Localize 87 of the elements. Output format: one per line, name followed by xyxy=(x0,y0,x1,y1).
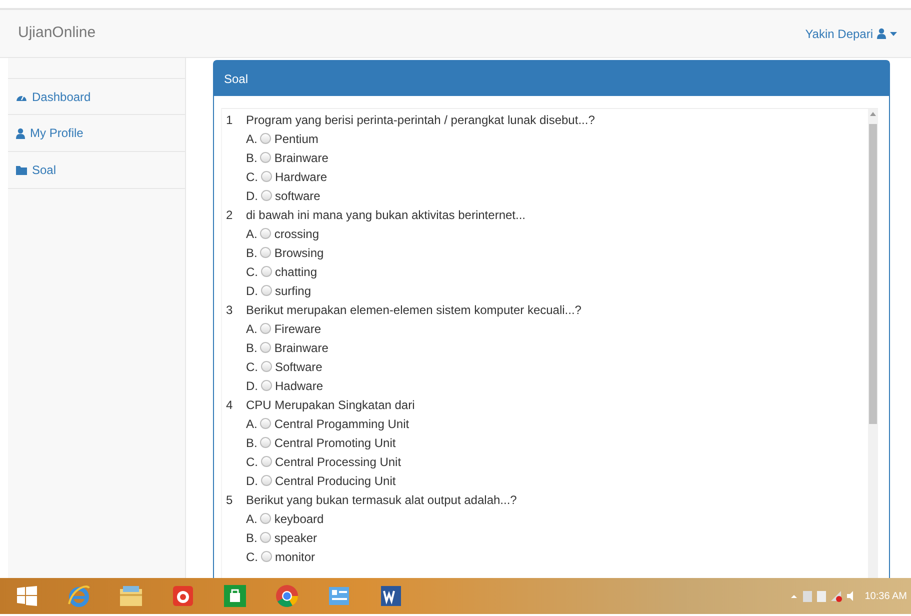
question-number: 3 xyxy=(225,302,234,318)
radio-button[interactable] xyxy=(260,228,272,239)
option-letter: B. xyxy=(246,434,258,452)
radio-button[interactable] xyxy=(260,513,272,524)
option-text: chatting xyxy=(275,264,318,280)
radio-button[interactable] xyxy=(261,456,272,467)
radio-button[interactable] xyxy=(261,361,272,372)
browser-icon[interactable] xyxy=(67,584,91,608)
option-text: Central Progamming Unit xyxy=(274,416,410,432)
option-text: Brainware xyxy=(274,150,328,166)
radio-button[interactable] xyxy=(261,380,272,391)
option-letter: C. xyxy=(246,454,258,470)
option-letter: C. xyxy=(246,358,258,376)
option-letter: D. xyxy=(246,188,258,204)
option-letter: A. xyxy=(246,320,258,338)
store-icon[interactable] xyxy=(223,584,247,608)
radio-button[interactable] xyxy=(260,323,272,334)
option-letter: B. xyxy=(246,530,258,546)
sidebar-item[interactable]: Soal xyxy=(8,152,185,189)
question-text: di bawah ini mana yang bukan aktivitas berinternet... xyxy=(246,206,526,224)
control-panel-icon[interactable] xyxy=(327,584,351,608)
scroll-up-icon[interactable] xyxy=(870,112,876,116)
media-app-icon[interactable] xyxy=(171,584,195,608)
folder-icon xyxy=(16,166,27,174)
option-letter: D. xyxy=(246,378,258,394)
user-menu[interactable]: Yakin Depari xyxy=(805,24,897,42)
option-text: Browsing xyxy=(274,244,324,262)
word-icon[interactable] xyxy=(379,584,403,608)
question-text: Program yang berisi perinta-perintah / perangkat lunak disebut...? xyxy=(246,112,595,128)
option-text: monitor xyxy=(275,548,316,566)
question-text: Berikut merupakan elemen-elemen sistem komputer kecuali...? xyxy=(246,302,582,318)
option-letter: C. xyxy=(246,264,258,280)
option-text: Software xyxy=(275,358,322,376)
option-text: keyboard xyxy=(274,510,324,528)
radio-button[interactable] xyxy=(260,418,272,429)
question-text: CPU Merupakan Singkatan dari xyxy=(246,396,415,414)
radio-button[interactable] xyxy=(261,285,272,296)
radio-button[interactable] xyxy=(260,152,272,163)
radio-button[interactable] xyxy=(260,133,272,144)
radio-button[interactable] xyxy=(261,190,272,201)
option-letter: A. xyxy=(246,510,258,528)
option-letter: C. xyxy=(246,548,258,566)
panel-title: Soal xyxy=(224,70,248,88)
radio-button[interactable] xyxy=(261,171,272,182)
user-icon xyxy=(877,28,886,39)
option-text: Hardware xyxy=(275,168,328,186)
option-text: Brainware xyxy=(274,340,328,356)
option-text: software xyxy=(275,188,320,204)
radio-button[interactable] xyxy=(261,266,272,277)
option-letter: A. xyxy=(246,130,258,148)
question-number: 4 xyxy=(225,396,234,414)
radio-button[interactable] xyxy=(260,342,272,353)
option-text: speaker xyxy=(274,530,318,546)
folder-icon[interactable] xyxy=(119,585,143,607)
radio-button[interactable] xyxy=(260,437,272,448)
app-brand[interactable]: UjianOnline xyxy=(18,22,96,45)
option-letter: A. xyxy=(246,226,258,242)
option-text: Central Promoting Unit xyxy=(274,434,396,452)
option-letter: D. xyxy=(246,282,258,300)
radio-button[interactable] xyxy=(260,532,272,543)
sidebar-item[interactable]: Dashboard xyxy=(8,78,185,115)
option-text: Central Processing Unit xyxy=(275,454,402,470)
option-letter: B. xyxy=(246,244,258,262)
option-text: Central Producing Unit xyxy=(275,472,396,490)
radio-button[interactable] xyxy=(260,247,272,258)
option-text: surfing xyxy=(275,282,312,300)
question-number: 5 xyxy=(225,492,234,508)
radio-button[interactable] xyxy=(261,475,272,486)
browser-icon[interactable] xyxy=(275,584,299,608)
option-letter: D. xyxy=(246,472,258,490)
caret-icon xyxy=(890,32,897,36)
scrollbar[interactable] xyxy=(868,109,878,578)
question-number: 2 xyxy=(225,206,234,224)
radio-button[interactable] xyxy=(261,551,272,562)
start-icon[interactable] xyxy=(17,586,37,606)
option-letter: B. xyxy=(246,340,258,356)
user-icon xyxy=(16,128,25,138)
option-text: crossing xyxy=(274,226,320,242)
option-letter: B. xyxy=(246,150,258,166)
option-text: Pentium xyxy=(274,130,318,148)
option-letter: C. xyxy=(246,168,258,186)
option-text: Fireware xyxy=(274,320,322,338)
option-text: Hadware xyxy=(275,378,324,394)
option-letter: A. xyxy=(246,416,258,432)
question-number: 1 xyxy=(225,112,234,128)
sidebar-item[interactable]: My Profile xyxy=(8,115,185,152)
question-text: Berikut yang bukan termasuk alat output adalah...? xyxy=(246,492,517,508)
